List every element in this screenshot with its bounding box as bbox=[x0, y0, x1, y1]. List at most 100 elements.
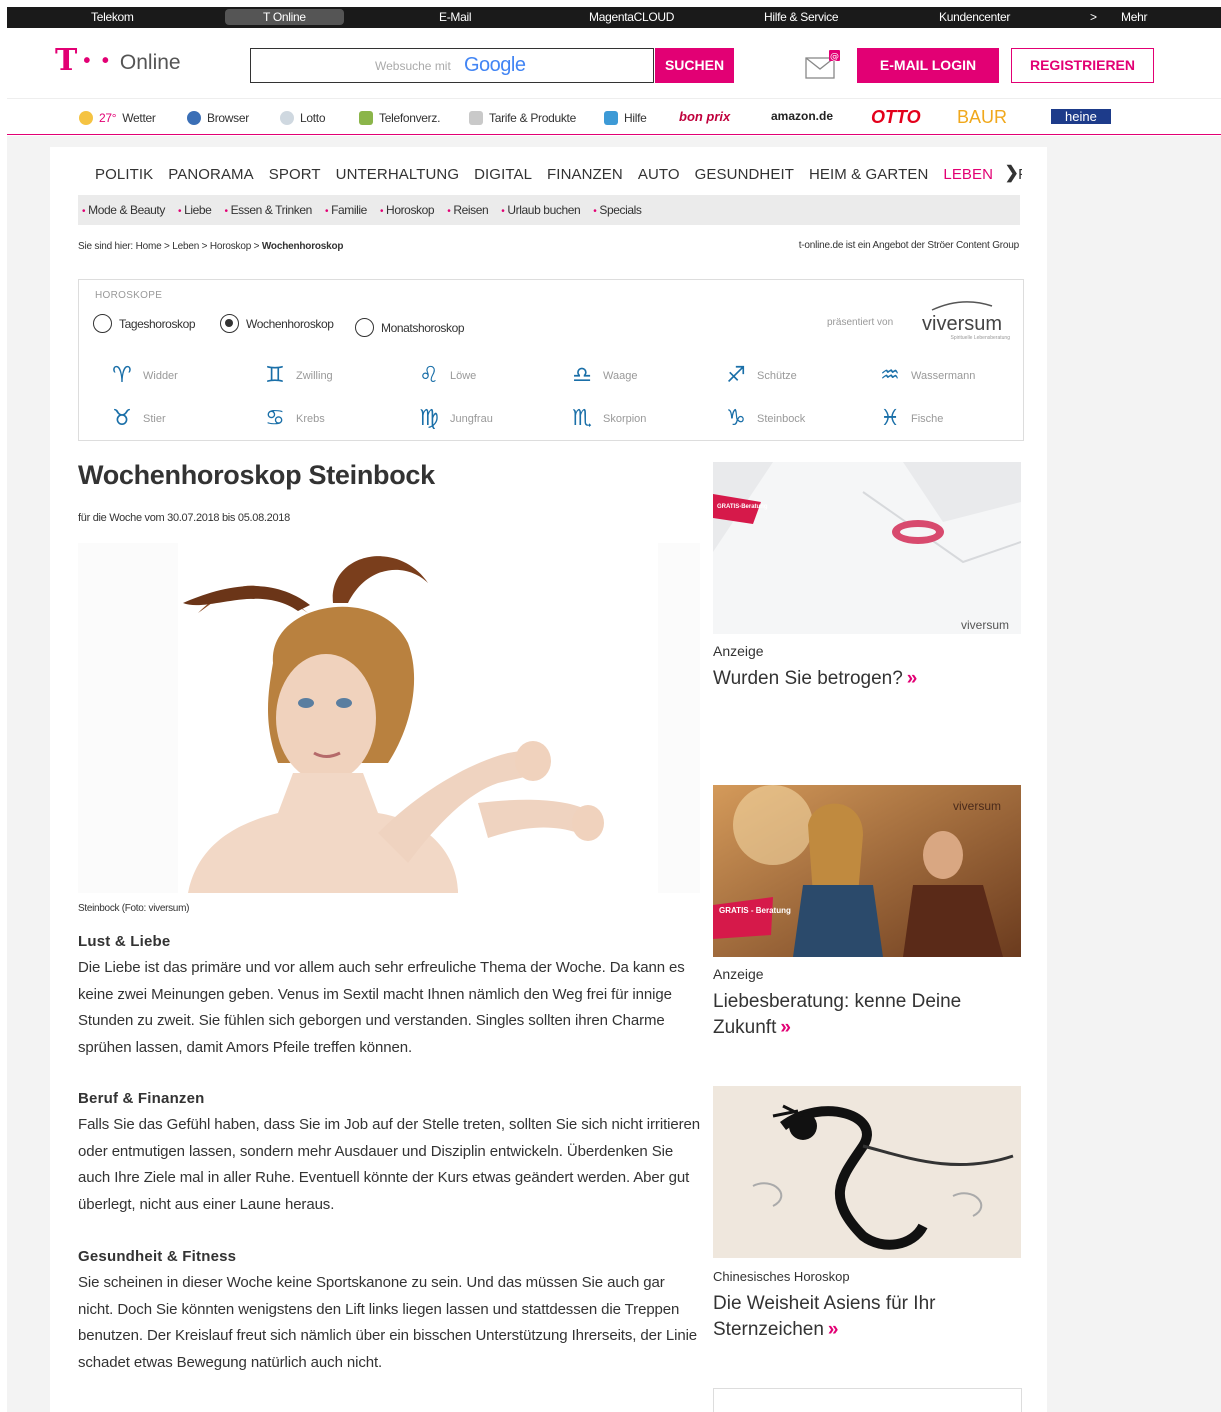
section-text: Sie scheinen in dieser Woche keine Sport… bbox=[78, 1274, 698, 1371]
topbar-magentacloud-link[interactable]: MagentaCLOUD bbox=[589, 10, 674, 24]
zodiac-wassermann[interactable]: ♒ Wassermann bbox=[877, 364, 975, 388]
ad-image-betrogen[interactable]: GRATIS-Beratung viversum bbox=[713, 462, 1022, 634]
zodiac-schuetze[interactable]: ♐ Schütze bbox=[723, 364, 797, 388]
nav-item-sport[interactable]: SPORT bbox=[269, 166, 321, 183]
topbar-hilfe-link[interactable]: Hilfe & Service bbox=[764, 10, 839, 24]
lotto-link[interactable]: Lotto bbox=[280, 111, 326, 125]
mail-icon[interactable]: @ bbox=[805, 50, 841, 80]
topbar-more-link[interactable]: Mehr bbox=[1121, 10, 1147, 24]
search-box[interactable]: Websuche mit Google bbox=[250, 48, 654, 83]
email-login-button[interactable]: E-MAIL LOGIN bbox=[857, 48, 999, 83]
register-button[interactable]: REGISTRIEREN bbox=[1011, 48, 1154, 83]
ad-title-link[interactable]: Wurden Sie betrogen?» bbox=[713, 666, 1013, 692]
zodiac-jungfrau[interactable]: ♍ Jungfrau bbox=[416, 407, 493, 431]
radio-circle[interactable] bbox=[355, 318, 374, 337]
ad-title-link[interactable]: Liebesberatung: kenne Deine Zukunft» bbox=[713, 989, 1013, 1041]
top-navigation-bar: Telekom T Online E-Mail MagentaCLOUD Hil… bbox=[7, 7, 1221, 28]
zodiac-krebs[interactable]: ♋ Krebs bbox=[262, 407, 325, 431]
zodiac-fische[interactable]: ♓ Fische bbox=[877, 407, 943, 431]
topbar-telekom-link[interactable]: Telekom bbox=[91, 10, 134, 24]
radio-circle-selected[interactable] bbox=[220, 314, 239, 333]
radio-wochenhoroskop[interactable]: Wochenhoroskop bbox=[220, 314, 334, 333]
nav-item-finanzen[interactable]: FINANZEN bbox=[547, 166, 623, 183]
nav-item-digital[interactable]: DIGITAL bbox=[474, 166, 532, 183]
nav-scroll-right-icon[interactable]: ❯ bbox=[1002, 163, 1019, 183]
baur-logo[interactable]: BAUR bbox=[957, 107, 1007, 128]
radio-tageshoroskop[interactable]: Tageshoroskop bbox=[93, 314, 196, 333]
tariff-icon bbox=[469, 111, 483, 125]
hilfe-link[interactable]: Hilfe bbox=[604, 111, 647, 125]
viversum-logo[interactable]: viversum Spirituelle Lebensberatung bbox=[922, 298, 1010, 341]
ad-brand-text: viversum bbox=[961, 618, 1009, 632]
zodiac-waage[interactable]: ♎ Waage bbox=[569, 364, 637, 388]
nav-item-politik[interactable]: POLITIK bbox=[95, 166, 153, 183]
weather-link[interactable]: 27° Wetter bbox=[79, 111, 156, 125]
zodiac-steinbock[interactable]: ♑ Steinbock bbox=[723, 407, 805, 431]
amazon-logo[interactable]: amazon.de bbox=[771, 109, 833, 123]
section-heading: Gesundheit & Fitness bbox=[78, 1248, 237, 1265]
radio-monatshoroskop[interactable]: Monatshoroskop bbox=[355, 318, 465, 337]
ad-image-liebesberatung[interactable]: GRATIS - Beratung viversum bbox=[713, 785, 1021, 957]
site-header: T • • Online Websuche mit Google SUCHEN … bbox=[7, 28, 1221, 98]
zodiac-widder[interactable]: ♈ Widder bbox=[109, 364, 178, 388]
heine-logo[interactable]: heine bbox=[1051, 109, 1111, 124]
section-gesundheit-fitness: Gesundheit & Fitness Sie scheinen in die… bbox=[78, 1248, 700, 1376]
teaser-title-link[interactable]: Die Weisheit Asiens für Ihr Sternzeichen… bbox=[713, 1291, 1013, 1343]
more-arrow-icon: » bbox=[827, 1319, 839, 1340]
capricorn-icon: ♑ bbox=[726, 406, 746, 431]
search-button[interactable]: SUCHEN bbox=[655, 48, 734, 83]
bonprix-logo[interactable]: bon prix bbox=[679, 109, 730, 124]
nav-item-panorama[interactable]: PANORAMA bbox=[168, 166, 254, 183]
viversum-swoosh-icon bbox=[931, 301, 993, 311]
zodiac-stier[interactable]: ♉ Stier bbox=[109, 407, 166, 431]
zodiac-zwilling[interactable]: ♊ Zwilling bbox=[262, 364, 333, 388]
nav-item-heim-garten[interactable]: HEIM & GARTEN bbox=[809, 166, 928, 183]
subnav-item-essen-trinken[interactable]: Essen & Trinken bbox=[224, 203, 313, 217]
aries-icon: ♈ bbox=[112, 363, 132, 388]
telefonverzeichnis-link[interactable]: Telefonverz. bbox=[359, 111, 440, 125]
nav-item-auto[interactable]: AUTO bbox=[638, 166, 680, 183]
zodiac-loewe[interactable]: ♌ Löwe bbox=[416, 364, 476, 388]
pisces-icon: ♓ bbox=[880, 406, 900, 431]
teaser-title-text: Die Weisheit Asiens für Ihr Sternzeichen bbox=[713, 1293, 936, 1340]
subnav-item-specials[interactable]: Specials bbox=[593, 203, 642, 217]
globe-icon bbox=[187, 111, 201, 125]
phonebook-icon bbox=[359, 111, 373, 125]
section-heading: Lust & Liebe bbox=[78, 933, 171, 950]
browser-link[interactable]: Browser bbox=[187, 111, 249, 125]
nav-item-gesundheit[interactable]: GESUNDHEIT bbox=[695, 166, 794, 183]
zodiac-skorpion[interactable]: ♏ Skorpion bbox=[569, 407, 646, 431]
teaser-label: Chinesisches Horoskop bbox=[713, 1269, 850, 1284]
topbar-tonline-link[interactable]: T Online bbox=[225, 9, 344, 25]
article-date: für die Woche vom 30.07.2018 bis 05.08.2… bbox=[78, 512, 290, 524]
radio-circle[interactable] bbox=[93, 314, 112, 333]
help-icon bbox=[604, 111, 618, 125]
subnav-item-horoskop[interactable]: Horoskop bbox=[380, 203, 435, 217]
topbar-more-arrow-icon[interactable]: > bbox=[1090, 10, 1097, 24]
ad-label: Anzeige bbox=[713, 643, 764, 659]
subnav-item-liebe[interactable]: Liebe bbox=[178, 203, 212, 217]
google-logo: Google bbox=[464, 54, 526, 76]
lotto-icon bbox=[280, 111, 294, 125]
tarife-link[interactable]: Tarife & Produkte bbox=[469, 111, 576, 125]
sidebar-box bbox=[713, 1388, 1022, 1412]
breadcrumb-path[interactable]: Sie sind hier: Home > Leben > Horoskop > bbox=[78, 241, 259, 252]
sun-icon bbox=[79, 111, 93, 125]
article-title: Wochenhoroskop Steinbock bbox=[78, 460, 435, 490]
more-arrow-icon: » bbox=[906, 668, 918, 689]
service-bar: 27° Wetter Browser Lotto Telefonverz. Ta… bbox=[7, 98, 1221, 135]
otto-logo[interactable]: OTTO bbox=[871, 107, 921, 128]
subnav-item-urlaub-buchen[interactable]: Urlaub buchen bbox=[501, 203, 580, 217]
tonline-logo[interactable]: T • • Online bbox=[55, 46, 181, 76]
subnav-item-mode-beauty[interactable]: Mode & Beauty bbox=[82, 203, 165, 217]
subnav-item-reisen[interactable]: Reisen bbox=[447, 203, 488, 217]
nav-item-unterhaltung[interactable]: UNTERHALTUNG bbox=[336, 166, 459, 183]
radio-label: Wochenhoroskop bbox=[246, 316, 334, 331]
search-input[interactable] bbox=[251, 49, 653, 82]
horoscope-selector: HOROSKOPE Tageshoroskop Wochenhoroskop M… bbox=[78, 279, 1024, 441]
topbar-email-link[interactable]: E-Mail bbox=[439, 10, 472, 24]
subnav-item-familie[interactable]: Familie bbox=[325, 203, 367, 217]
topbar-kundencenter-link[interactable]: Kundencenter bbox=[939, 10, 1010, 24]
nav-item-leben[interactable]: LEBEN bbox=[943, 166, 993, 183]
teaser-image-chinesisches-horoskop[interactable] bbox=[713, 1086, 1021, 1258]
